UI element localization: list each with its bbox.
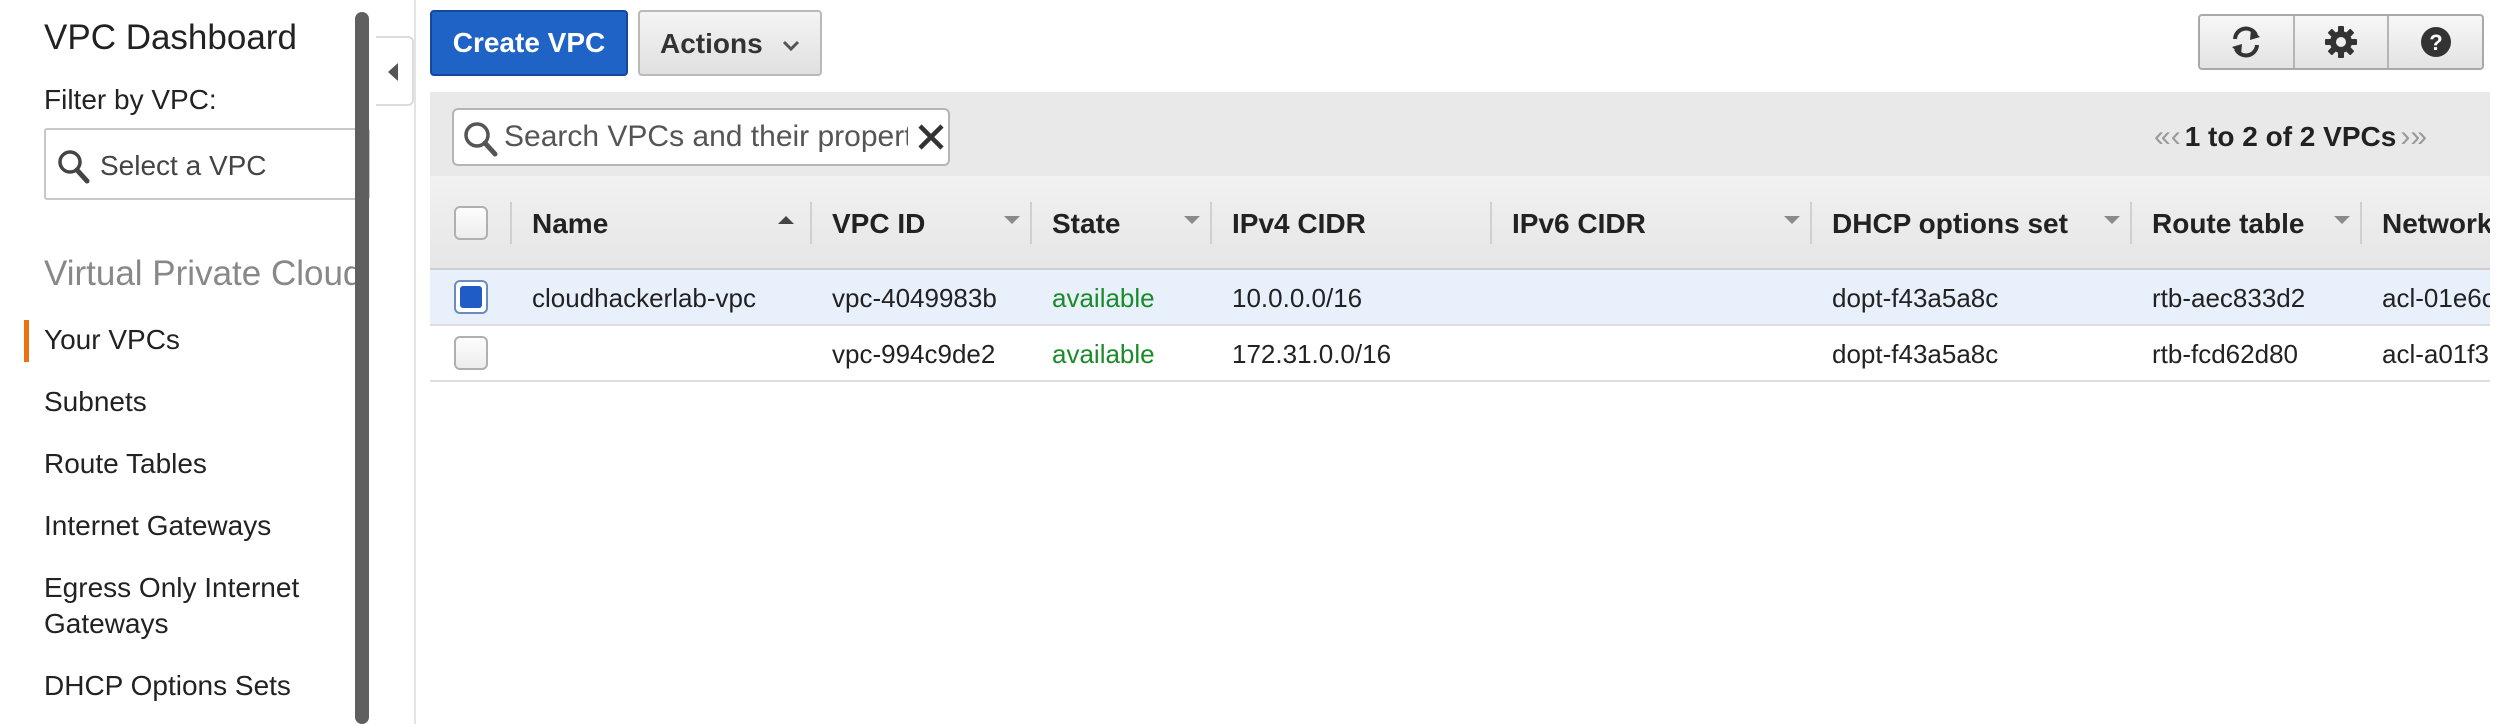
sidebar-item-route-tables[interactable]: Route Tables [44, 446, 207, 482]
column-header-vpc-id[interactable]: VPC ID [810, 176, 1030, 268]
actions-label: Actions [660, 28, 763, 59]
chevron-down-icon [782, 40, 800, 52]
sidebar-item-egress-only-internet-gateways[interactable]: Egress Only Internet Gateways [44, 570, 354, 642]
chevron-left-icon [388, 63, 398, 81]
cell-name: cloudhackerlab-vpc [532, 283, 757, 313]
dashboard-title[interactable]: VPC Dashboard [44, 18, 297, 58]
sidebar-item-dhcp-options-sets[interactable]: DHCP Options Sets [44, 668, 291, 704]
sidebar-item-your-vpcs[interactable]: Your VPCs [44, 322, 180, 358]
sort-menu-icon [1784, 216, 1800, 224]
sidebar-divider [414, 0, 416, 724]
cell-route-table: rtb-aec833d2 [2152, 283, 2306, 313]
create-vpc-button[interactable]: Create VPC [430, 10, 628, 76]
column-header-network[interactable]: Network [2360, 176, 2490, 268]
gear-icon [2325, 26, 2357, 58]
sidebar: VPC Dashboard Filter by VPC: Select a VP… [0, 0, 372, 724]
sort-menu-icon [2334, 216, 2350, 224]
filter-label: Filter by VPC: [44, 84, 217, 115]
table-row[interactable]: cloudhackerlab-vpc vpc-4049983b availabl… [430, 270, 2490, 326]
cell-state: available [1052, 283, 1155, 313]
pagination: « ‹ 1 to 2 of 2 VPCs › » [2154, 118, 2427, 156]
refresh-icon [2232, 26, 2261, 58]
vpc-table: Name VPC ID State IPv4 CIDR IPv6 CIDR DH… [430, 176, 2490, 382]
search-input-value: Search VPCs and their properties [504, 120, 908, 153]
active-nav-indicator [24, 320, 29, 362]
table-header: Name VPC ID State IPv4 CIDR IPv6 CIDR DH… [430, 176, 2490, 270]
cell-dhcp-options-set: dopt-f43a5a8c [1832, 283, 1999, 313]
pagination-text: 1 to 2 of 2 VPCs [2184, 121, 2397, 152]
cell-vpc-id: vpc-994c9de2 [832, 339, 996, 369]
row-checkbox[interactable] [454, 280, 488, 314]
row-checkbox[interactable] [454, 336, 488, 370]
cell-dhcp-options-set: dopt-f43a5a8c [1832, 339, 1999, 369]
search-bar-area: Search VPCs and their properties « ‹ 1 t… [430, 92, 2490, 177]
sidebar-item-subnets[interactable]: Subnets [44, 384, 147, 420]
column-header-route-table[interactable]: Route table [2130, 176, 2360, 268]
column-header-ipv6-cidr[interactable]: IPv6 CIDR [1490, 176, 1810, 268]
cell-network-acl: acl-a01f3 [2382, 339, 2489, 369]
cell-route-table: rtb-fcd62d80 [2152, 339, 2298, 369]
column-header-dhcp-options-set[interactable]: DHCP options set [1810, 176, 2130, 268]
vpc-filter-select[interactable]: Select a VPC [44, 128, 370, 200]
sort-menu-icon [1004, 216, 1020, 224]
collapse-sidebar-button[interactable] [376, 36, 414, 106]
column-header-ipv4-cidr[interactable]: IPv4 CIDR [1210, 176, 1490, 268]
previous-page-icon[interactable]: ‹ [2171, 120, 2181, 154]
clear-search-icon[interactable] [916, 122, 946, 152]
search-icon [58, 150, 90, 184]
settings-button[interactable] [2295, 16, 2390, 68]
search-icon [464, 122, 498, 157]
help-icon: ? [2420, 27, 2451, 57]
cell-ipv4-cidr: 172.31.0.0/16 [1232, 339, 1392, 369]
select-all-checkbox[interactable] [454, 206, 488, 240]
vpc-search-input[interactable]: Search VPCs and their properties [452, 108, 950, 166]
toolbar-icon-group: ? [2198, 14, 2484, 70]
sort-menu-icon [2104, 216, 2120, 224]
first-page-icon[interactable]: « [2154, 120, 2171, 154]
help-button[interactable]: ? [2389, 16, 2482, 68]
sort-menu-icon [1184, 216, 1200, 224]
svg-text:?: ? [2429, 30, 2442, 55]
sort-ascending-icon [778, 216, 794, 224]
refresh-button[interactable] [2200, 16, 2295, 68]
column-header-state[interactable]: State [1030, 176, 1210, 268]
cell-vpc-id: vpc-4049983b [832, 283, 997, 313]
actions-button[interactable]: Actions [638, 10, 822, 76]
cell-state: available [1052, 339, 1155, 369]
table-row[interactable]: vpc-994c9de2 available 172.31.0.0/16 dop… [430, 326, 2490, 382]
sidebar-item-internet-gateways[interactable]: Internet Gateways [44, 508, 271, 544]
cell-ipv4-cidr: 10.0.0.0/16 [1232, 283, 1363, 313]
column-header-name[interactable]: Name [510, 176, 810, 268]
section-title: Virtual Private Cloud [44, 254, 363, 293]
cell-network-acl: acl-01e6c [2382, 283, 2490, 313]
sidebar-scrollbar[interactable] [355, 12, 369, 724]
vpc-filter-placeholder: Select a VPC [100, 150, 267, 181]
last-page-icon[interactable]: » [2410, 120, 2427, 154]
next-page-icon[interactable]: › [2400, 120, 2410, 154]
